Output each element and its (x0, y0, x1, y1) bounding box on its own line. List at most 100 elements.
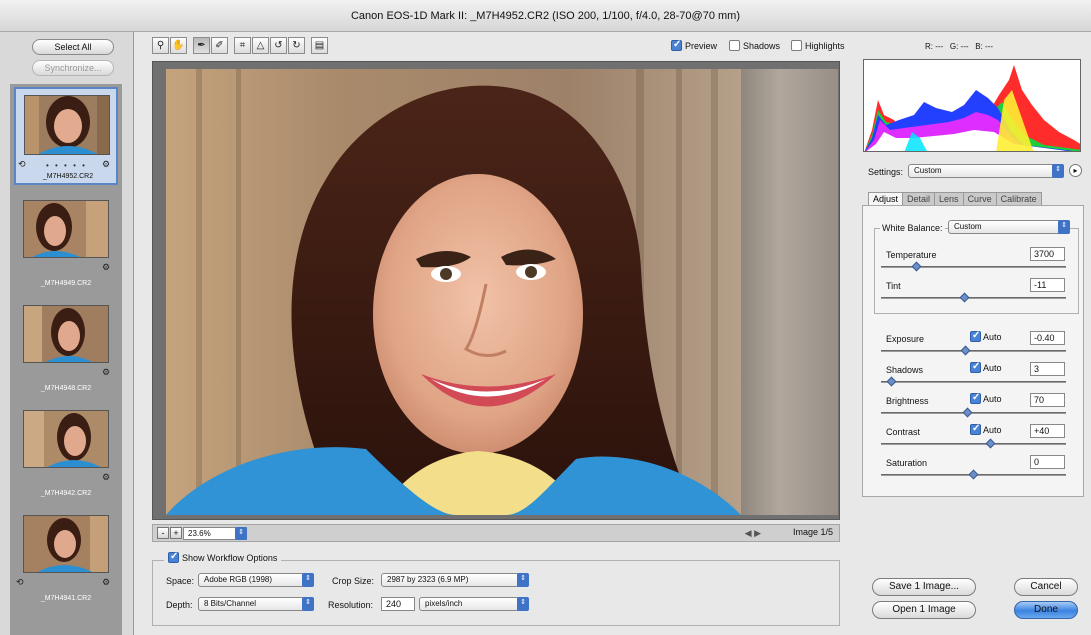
hand-tool-icon[interactable]: ✋ (170, 37, 187, 54)
exposure-auto-checkbox[interactable]: Auto (970, 330, 1002, 342)
white-balance-select[interactable]: Custom ⇕ (948, 220, 1070, 234)
settings-flag-icon: ⚙ (102, 367, 111, 377)
select-all-button[interactable]: Select All (32, 39, 114, 55)
thumbnail-image (24, 95, 110, 155)
preview-photo[interactable] (166, 69, 741, 515)
exposure-slider[interactable] (881, 345, 1066, 356)
tab-curve[interactable]: Curve (962, 192, 997, 206)
auto-label: Auto (983, 393, 1002, 404)
brightness-slider[interactable] (881, 407, 1066, 418)
rgb-readout: R: --- G: --- B: --- (925, 42, 993, 51)
zoom-in-button[interactable]: + (170, 527, 182, 539)
shadows-checkbox[interactable]: Shadows (729, 40, 780, 51)
r-readout: R: --- (925, 42, 944, 51)
resolution-unit-select[interactable]: pixels/inch ⇕ (419, 597, 529, 611)
tab-detail[interactable]: Detail (902, 192, 936, 206)
tint-label: Tint (886, 281, 901, 291)
open-image-button[interactable]: Open 1 Image (872, 601, 976, 619)
workflow-options-box (152, 560, 840, 626)
rating-dots[interactable]: • • • • • (46, 161, 87, 170)
brightness-input[interactable]: 70 (1030, 393, 1065, 407)
tab-calibrate[interactable]: Calibrate (995, 192, 1042, 206)
show-workflow-checkbox[interactable]: Show Workflow Options (164, 551, 282, 563)
image-preview[interactable] (152, 61, 840, 520)
settings-menu-icon[interactable]: ▸ (1069, 164, 1082, 177)
settings-flag-icon: ⚙ (102, 262, 111, 272)
straighten-tool-icon[interactable]: △ (252, 37, 269, 54)
thumbnail-item[interactable]: ⚙ _M7H4948.CR2 (14, 297, 118, 395)
shadows-input[interactable]: 3 (1030, 362, 1065, 376)
done-button[interactable]: Done (1014, 601, 1078, 619)
settings-flag-icon: ⚙ (102, 159, 111, 169)
auto-label: Auto (983, 331, 1002, 342)
contrast-label: Contrast (886, 427, 921, 437)
cancel-button[interactable]: Cancel (1014, 578, 1078, 596)
highlights-checkbox-box[interactable] (791, 40, 802, 51)
auto-label: Auto (983, 362, 1002, 373)
tab-adjust[interactable]: Adjust (868, 192, 904, 206)
synchronize-button[interactable]: Synchronize... (32, 60, 114, 76)
resolution-input[interactable]: 240 (381, 597, 415, 611)
white-balance-tool-icon[interactable]: ✒ (193, 37, 210, 54)
shadows-checkbox-box[interactable] (729, 40, 740, 51)
zoom-tool-icon[interactable]: ⚲ (152, 37, 169, 54)
chevron-updown-icon: ⇕ (302, 597, 314, 611)
saturation-input[interactable]: 0 (1030, 455, 1065, 469)
rotate-right-icon[interactable]: ↻ (288, 37, 305, 54)
preview-label: Preview (685, 40, 718, 51)
tint-slider[interactable] (881, 292, 1066, 303)
contrast-input[interactable]: +40 (1030, 424, 1065, 438)
white-balance-value: Custom (954, 222, 982, 231)
temperature-input[interactable]: 3700 (1030, 247, 1065, 261)
color-sampler-tool-icon[interactable]: ✐ (211, 37, 228, 54)
thumbnail-image (23, 410, 109, 468)
shadows-slider[interactable] (881, 376, 1066, 387)
highlights-label: Highlights (805, 40, 845, 51)
exposure-input[interactable]: -0.40 (1030, 331, 1065, 345)
thumbnail-list[interactable]: ⟲ • • • • • ⚙ _M7H4952.CR2 ⚙ _M7H4949.CR… (10, 84, 122, 635)
brightness-auto-checkbox[interactable]: Auto (970, 392, 1002, 404)
white-balance-group (874, 228, 1079, 314)
filmstrip-panel: Select All Synchronize... ⟲ • • • • • ⚙ … (0, 32, 134, 635)
depth-select[interactable]: 8 Bits/Channel ⇕ (198, 597, 314, 611)
thumbnail-label: _M7H4952.CR2 (42, 173, 94, 180)
shadows-auto-box[interactable] (970, 361, 981, 373)
histogram (863, 59, 1081, 152)
crop-size-select[interactable]: 2987 by 2323 (6.9 MP) ⇕ (381, 573, 529, 587)
contrast-auto-box[interactable] (970, 423, 981, 435)
settings-select[interactable]: Custom ⇕ (908, 164, 1064, 178)
thumbnail-item[interactable]: ⟲ • • • • • ⚙ _M7H4952.CR2 (14, 87, 118, 185)
crop-tool-icon[interactable]: ⌗ (234, 37, 251, 54)
save-image-button[interactable]: Save 1 Image... (872, 578, 976, 596)
depth-label: Depth: (166, 600, 193, 610)
zoom-level-select[interactable]: 23.6% ⇕ (183, 527, 247, 540)
show-workflow-checkbox-box[interactable] (168, 551, 179, 563)
brightness-auto-box[interactable] (970, 392, 981, 404)
contrast-auto-checkbox[interactable]: Auto (970, 423, 1002, 435)
brightness-label: Brightness (886, 396, 929, 406)
chevron-updown-icon: ⇕ (517, 573, 529, 587)
zoom-level-value: 23.6% (188, 529, 211, 538)
temperature-slider[interactable] (881, 261, 1066, 272)
tab-lens[interactable]: Lens (934, 192, 964, 206)
zoom-out-button[interactable]: - (157, 527, 169, 539)
contrast-slider[interactable] (881, 438, 1066, 449)
preview-checkbox-box[interactable] (671, 39, 682, 51)
exposure-auto-box[interactable] (970, 330, 981, 342)
preview-checkbox[interactable]: Preview (671, 39, 718, 51)
space-select[interactable]: Adobe RGB (1998) ⇕ (198, 573, 314, 587)
thumbnail-item[interactable]: ⚙ _M7H4942.CR2 (14, 402, 118, 500)
thumbnail-label: _M7H4941.CR2 (40, 595, 92, 602)
highlights-checkbox[interactable]: Highlights (791, 40, 845, 51)
delete-icon[interactable]: ▤ (311, 37, 328, 54)
thumbnail-item[interactable]: ⟲ ⚙ _M7H4941.CR2 (14, 507, 118, 605)
tint-input[interactable]: -11 (1030, 278, 1065, 292)
thumbnail-image (23, 200, 109, 258)
show-workflow-label: Show Workflow Options (182, 552, 278, 563)
prev-next-image-icon[interactable]: ◀ ▶ (745, 528, 761, 539)
rotate-left-icon[interactable]: ↺ (270, 37, 287, 54)
thumbnail-item[interactable]: ⚙ _M7H4949.CR2 (14, 192, 118, 290)
shadows-auto-checkbox[interactable]: Auto (970, 361, 1002, 373)
saturation-slider[interactable] (881, 469, 1066, 480)
settings-flag-icon: ⚙ (102, 472, 111, 482)
